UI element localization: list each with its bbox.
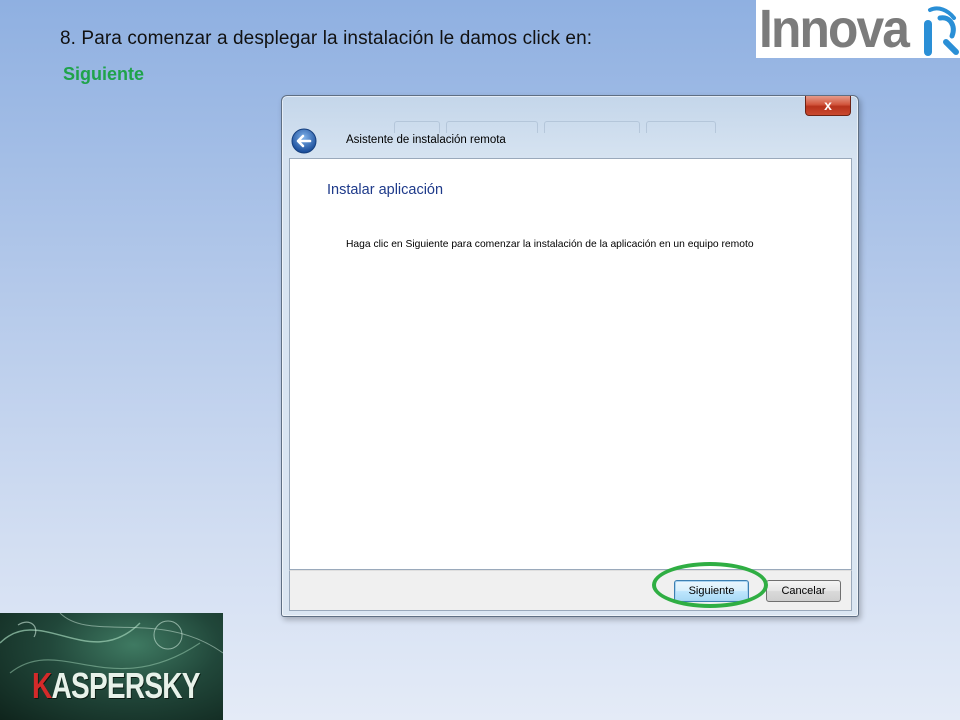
window-title: Asistente de instalación remota — [346, 134, 506, 146]
back-arrow-icon[interactable] — [291, 128, 317, 154]
kaspersky-logo-text: KASPERSKY — [32, 665, 201, 707]
innova-logo-text: Innova — [759, 0, 910, 59]
install-wizard-window: x Asistente de instalación remota Instal… — [281, 95, 859, 617]
innova-swirl-icon — [924, 6, 959, 56]
instruction-text: Haga clic en Siguiente para comenzar la … — [346, 239, 754, 250]
close-button[interactable]: x — [805, 96, 851, 116]
step-title: 8. Para comenzar a desplegar la instalac… — [60, 28, 593, 49]
cancel-button[interactable]: Cancelar — [766, 580, 841, 602]
kaspersky-banner: KASPERSKY — [0, 613, 223, 720]
kaspersky-rest-letters: ASPERSKY — [51, 665, 201, 706]
kaspersky-k-letter: K — [32, 665, 52, 706]
step-action-label: Siguiente — [63, 64, 145, 84]
background-window-tabs — [394, 120, 814, 134]
wizard-footer: Siguiente Cancelar — [289, 570, 852, 611]
page-heading: Instalar aplicación — [327, 182, 444, 198]
next-button-highlight-circle — [652, 562, 768, 608]
innova-logo: Innova — [756, 0, 960, 59]
wizard-content-panel: Instalar aplicación Haga clic en Siguien… — [289, 158, 852, 570]
